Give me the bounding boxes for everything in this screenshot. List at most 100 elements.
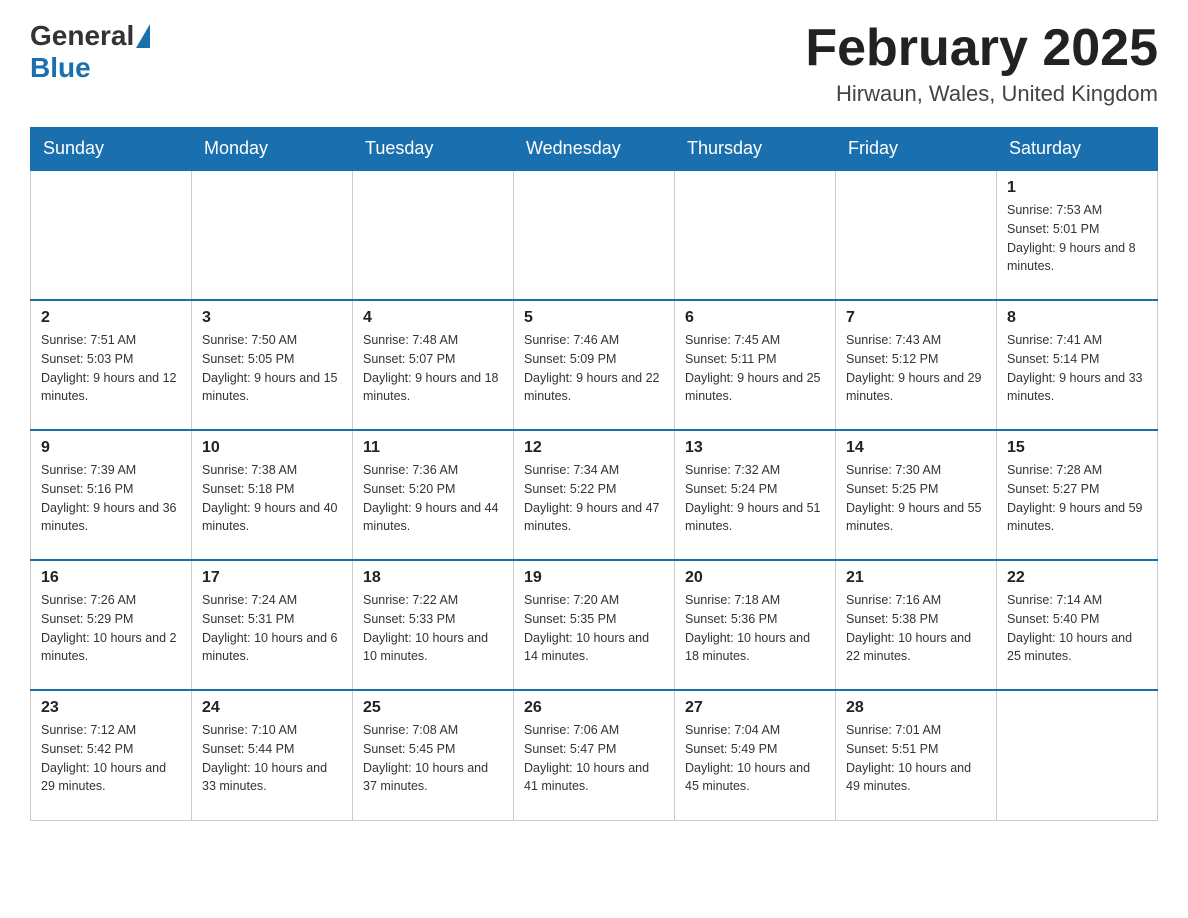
calendar-cell — [192, 170, 353, 300]
day-number: 16 — [41, 569, 181, 587]
calendar-cell — [836, 170, 997, 300]
day-number: 8 — [1007, 309, 1147, 327]
day-number: 15 — [1007, 439, 1147, 457]
calendar-cell — [997, 690, 1158, 820]
calendar-cell: 24Sunrise: 7:10 AMSunset: 5:44 PMDayligh… — [192, 690, 353, 820]
day-number: 13 — [685, 439, 825, 457]
calendar-cell: 14Sunrise: 7:30 AMSunset: 5:25 PMDayligh… — [836, 430, 997, 560]
col-header-friday: Friday — [836, 128, 997, 171]
day-info: Sunrise: 7:41 AMSunset: 5:14 PMDaylight:… — [1007, 331, 1147, 406]
calendar-cell: 21Sunrise: 7:16 AMSunset: 5:38 PMDayligh… — [836, 560, 997, 690]
day-info: Sunrise: 7:12 AMSunset: 5:42 PMDaylight:… — [41, 721, 181, 796]
day-number: 26 — [524, 699, 664, 717]
calendar-cell — [514, 170, 675, 300]
day-info: Sunrise: 7:22 AMSunset: 5:33 PMDaylight:… — [363, 591, 503, 666]
day-info: Sunrise: 7:53 AMSunset: 5:01 PMDaylight:… — [1007, 201, 1147, 276]
calendar-cell: 17 Sunrise: 7:24 AMSunset: 5:31 PMDayligh… — [192, 560, 353, 690]
calendar-week-row: 2 Sunrise: 7:51 AMSunset: 5:03 PMDaylight… — [31, 300, 1158, 430]
col-header-wednesday: Wednesday — [514, 128, 675, 171]
calendar-cell: 20 Sunrise: 7:18 AMSunset: 5:36 PMDayligh… — [675, 560, 836, 690]
day-number: 23 — [41, 699, 181, 717]
day-info: Sunrise: 7:14 AMSunset: 5:40 PMDaylight:… — [1007, 591, 1147, 666]
calendar-cell: 23 Sunrise: 7:12 AMSunset: 5:42 PMDayligh… — [31, 690, 192, 820]
day-number: 12 — [524, 439, 664, 457]
page-header: General Blue February 2025 Hirwaun, Wale… — [30, 20, 1158, 107]
day-number: 6 — [685, 309, 825, 327]
day-number: 10 — [202, 439, 342, 457]
calendar-week-row: 16 Sunrise: 7:26 AMSunset: 5:29 PMDayligh… — [31, 560, 1158, 690]
calendar-cell: 8 Sunrise: 7:41 AMSunset: 5:14 PMDaylight… — [997, 300, 1158, 430]
calendar-cell: 18 Sunrise: 7:22 AMSunset: 5:33 PMDayligh… — [353, 560, 514, 690]
logo-blue-text: Blue — [30, 52, 91, 84]
col-header-thursday: Thursday — [675, 128, 836, 171]
day-number: 18 — [363, 569, 503, 587]
calendar-cell: 2 Sunrise: 7:51 AMSunset: 5:03 PMDaylight… — [31, 300, 192, 430]
day-number: 3 — [202, 309, 342, 327]
day-info: Sunrise: 7:30 AMSunset: 5:25 PMDaylight:… — [846, 461, 986, 536]
col-header-sunday: Sunday — [31, 128, 192, 171]
day-number: 19 — [524, 569, 664, 587]
calendar-cell: 15 Sunrise: 7:28 AMSunset: 5:27 PMDayligh… — [997, 430, 1158, 560]
calendar-week-row: 1 Sunrise: 7:53 AMSunset: 5:01 PMDaylight… — [31, 170, 1158, 300]
day-info: Sunrise: 7:01 AMSunset: 5:51 PMDaylight:… — [846, 721, 986, 796]
day-info: Sunrise: 7:50 AMSunset: 5:05 PMDaylight:… — [202, 331, 342, 406]
logo-general-text: General — [30, 20, 134, 52]
day-info: Sunrise: 7:43 AMSunset: 5:12 PMDaylight:… — [846, 331, 986, 406]
calendar-cell: 9 Sunrise: 7:39 AMSunset: 5:16 PMDaylight… — [31, 430, 192, 560]
calendar-cell: 26Sunrise: 7:06 AMSunset: 5:47 PMDayligh… — [514, 690, 675, 820]
logo-triangle-icon — [136, 24, 150, 48]
day-info: Sunrise: 7:32 AMSunset: 5:24 PMDaylight:… — [685, 461, 825, 536]
day-number: 9 — [41, 439, 181, 457]
day-number: 21 — [846, 569, 986, 587]
day-number: 2 — [41, 309, 181, 327]
calendar-cell: 10 Sunrise: 7:38 AMSunset: 5:18 PMDayligh… — [192, 430, 353, 560]
day-info: Sunrise: 7:04 AMSunset: 5:49 PMDaylight:… — [685, 721, 825, 796]
day-number: 5 — [524, 309, 664, 327]
day-info: Sunrise: 7:28 AMSunset: 5:27 PMDaylight:… — [1007, 461, 1147, 536]
day-number: 1 — [1007, 179, 1147, 197]
day-number: 22 — [1007, 569, 1147, 587]
calendar-cell: 3 Sunrise: 7:50 AMSunset: 5:05 PMDaylight… — [192, 300, 353, 430]
calendar-cell: 6 Sunrise: 7:45 AMSunset: 5:11 PMDaylight… — [675, 300, 836, 430]
calendar-cell: 11 Sunrise: 7:36 AMSunset: 5:20 PMDayligh… — [353, 430, 514, 560]
location-subtitle: Hirwaun, Wales, United Kingdom — [805, 81, 1158, 107]
day-number: 4 — [363, 309, 503, 327]
day-info: Sunrise: 7:51 AMSunset: 5:03 PMDaylight:… — [41, 331, 181, 406]
calendar-week-row: 23 Sunrise: 7:12 AMSunset: 5:42 PMDayligh… — [31, 690, 1158, 820]
day-number: 27 — [685, 699, 825, 717]
day-info: Sunrise: 7:36 AMSunset: 5:20 PMDaylight:… — [363, 461, 503, 536]
col-header-saturday: Saturday — [997, 128, 1158, 171]
day-info: Sunrise: 7:08 AMSunset: 5:45 PMDaylight:… — [363, 721, 503, 796]
day-info: Sunrise: 7:24 AMSunset: 5:31 PMDaylight:… — [202, 591, 342, 666]
calendar-cell: 25 Sunrise: 7:08 AMSunset: 5:45 PMDayligh… — [353, 690, 514, 820]
day-number: 24 — [202, 699, 342, 717]
calendar-cell: 1 Sunrise: 7:53 AMSunset: 5:01 PMDaylight… — [997, 170, 1158, 300]
day-number: 7 — [846, 309, 986, 327]
day-info: Sunrise: 7:38 AMSunset: 5:18 PMDaylight:… — [202, 461, 342, 536]
calendar-cell: 7 Sunrise: 7:43 AMSunset: 5:12 PMDaylight… — [836, 300, 997, 430]
day-info: Sunrise: 7:18 AMSunset: 5:36 PMDaylight:… — [685, 591, 825, 666]
calendar-cell — [353, 170, 514, 300]
day-info: Sunrise: 7:46 AMSunset: 5:09 PMDaylight:… — [524, 331, 664, 406]
day-info: Sunrise: 7:45 AMSunset: 5:11 PMDaylight:… — [685, 331, 825, 406]
calendar-cell: 5 Sunrise: 7:46 AMSunset: 5:09 PMDaylight… — [514, 300, 675, 430]
day-number: 28 — [846, 699, 986, 717]
title-section: February 2025 Hirwaun, Wales, United Kin… — [805, 20, 1158, 107]
calendar-header-row: SundayMondayTuesdayWednesdayThursdayFrid… — [31, 128, 1158, 171]
day-number: 11 — [363, 439, 503, 457]
day-number: 17 — [202, 569, 342, 587]
month-title: February 2025 — [805, 20, 1158, 77]
calendar-table: SundayMondayTuesdayWednesdayThursdayFrid… — [30, 127, 1158, 821]
day-number: 20 — [685, 569, 825, 587]
calendar-cell: 4Sunrise: 7:48 AMSunset: 5:07 PMDaylight… — [353, 300, 514, 430]
calendar-cell: 12Sunrise: 7:34 AMSunset: 5:22 PMDayligh… — [514, 430, 675, 560]
col-header-monday: Monday — [192, 128, 353, 171]
calendar-week-row: 9 Sunrise: 7:39 AMSunset: 5:16 PMDaylight… — [31, 430, 1158, 560]
day-info: Sunrise: 7:20 AMSunset: 5:35 PMDaylight:… — [524, 591, 664, 666]
calendar-cell: 13 Sunrise: 7:32 AMSunset: 5:24 PMDayligh… — [675, 430, 836, 560]
day-number: 25 — [363, 699, 503, 717]
calendar-cell: 28 Sunrise: 7:01 AMSunset: 5:51 PMDayligh… — [836, 690, 997, 820]
day-info: Sunrise: 7:26 AMSunset: 5:29 PMDaylight:… — [41, 591, 181, 666]
day-info: Sunrise: 7:39 AMSunset: 5:16 PMDaylight:… — [41, 461, 181, 536]
calendar-cell: 27 Sunrise: 7:04 AMSunset: 5:49 PMDayligh… — [675, 690, 836, 820]
